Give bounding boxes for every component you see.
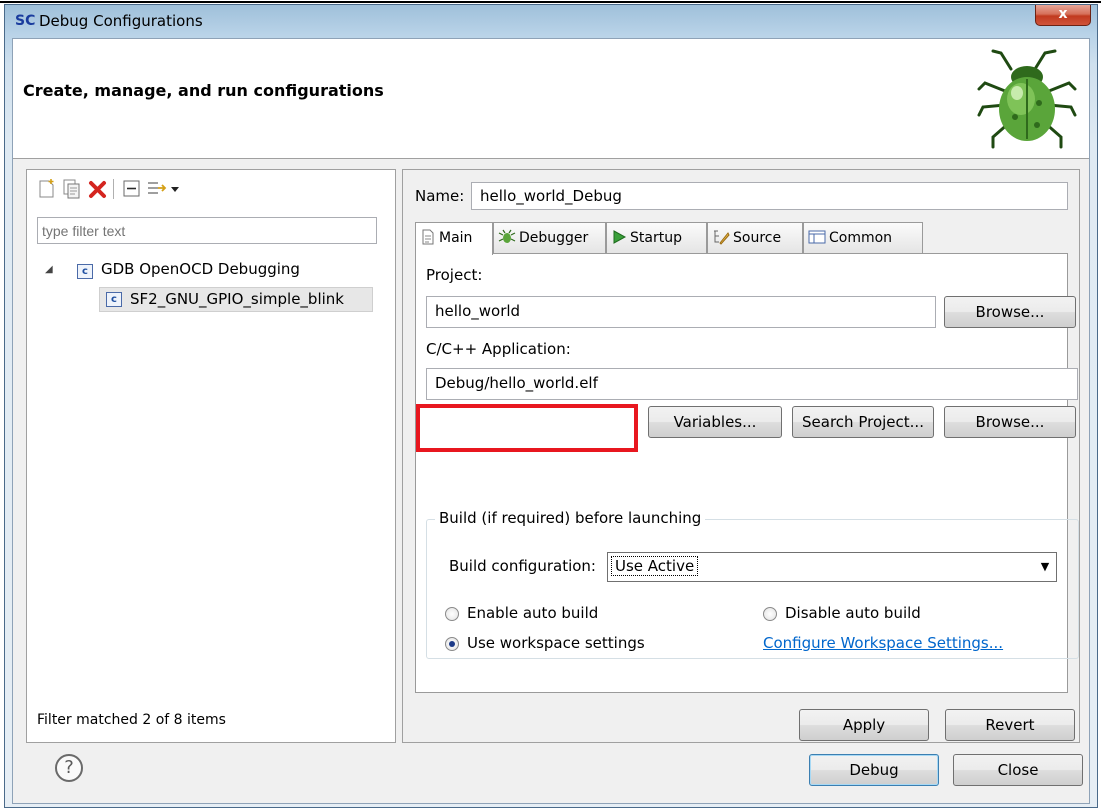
main-tab-icon (422, 229, 434, 245)
chevron-down-icon: ▼ (1040, 560, 1050, 573)
collapse-all-icon[interactable] (121, 178, 143, 200)
tab-main-label: Main (439, 230, 473, 246)
common-tab-icon (808, 230, 826, 244)
application-label: C/C++ Application: (426, 340, 571, 358)
enable-auto-build-label: Enable auto build (467, 604, 599, 622)
build-configuration-value: Use Active (611, 556, 699, 576)
filter-status-text: Filter matched 2 of 8 items (37, 712, 226, 728)
window-close-button[interactable]: x (1035, 5, 1091, 26)
use-workspace-settings-radio[interactable] (445, 637, 459, 651)
tree-item-label: SF2_GNU_GPIO_simple_blink (130, 290, 344, 308)
tab-startup-label: Startup (630, 230, 682, 246)
application-browse-button[interactable]: Browse... (944, 406, 1076, 438)
close-button[interactable]: Close (953, 754, 1083, 786)
debug-button[interactable]: Debug (809, 754, 939, 786)
build-group: Build (if required) before launching Bui… (426, 509, 1079, 659)
project-browse-button[interactable]: Browse... (944, 296, 1076, 328)
dropdown-icon[interactable] (168, 178, 182, 200)
window-title: Debug Configurations (39, 12, 203, 30)
configuration-editor-panel: Name: hello_world_Debug Main Debugger St… (402, 169, 1080, 743)
name-label: Name: (415, 187, 465, 205)
tree-group-label[interactable]: GDB OpenOCD Debugging (101, 260, 300, 278)
banner-title: Create, manage, and run configurations (23, 81, 384, 100)
enable-auto-build-radio[interactable] (445, 607, 459, 621)
name-input[interactable]: hello_world_Debug (471, 182, 1068, 210)
configure-workspace-settings-link[interactable]: Configure Workspace Settings... (763, 634, 1003, 652)
disable-auto-build-radio[interactable] (763, 607, 777, 621)
build-group-title: Build (if required) before launching (435, 509, 706, 527)
use-workspace-settings-label: Use workspace settings (467, 634, 645, 652)
header-banner: Create, manage, and run configurations (13, 39, 1089, 159)
debugger-tab-icon (498, 229, 516, 243)
tab-debugger[interactable]: Debugger (493, 222, 606, 254)
delete-icon[interactable] (87, 178, 109, 200)
project-label: Project: (426, 266, 483, 284)
tab-startup[interactable]: Startup (606, 222, 707, 254)
tree-expand-arrow-icon[interactable]: ◢ (45, 264, 53, 275)
application-input[interactable]: Debug/hello_world.elf (426, 368, 1078, 400)
project-input[interactable]: hello_world (426, 296, 936, 328)
build-configuration-label: Build configuration: (449, 557, 596, 575)
disable-auto-build-label: Disable auto build (785, 604, 921, 622)
tab-source[interactable]: Source (707, 222, 803, 254)
debug-configurations-window: SC Debug Configurations x Create, manage… (4, 4, 1098, 808)
tab-source-label: Source (733, 230, 782, 246)
variables-button[interactable]: Variables... (648, 406, 782, 438)
apply-button[interactable]: Apply (799, 709, 929, 741)
filter-input[interactable] (37, 217, 377, 244)
duplicate-icon[interactable] (61, 178, 83, 200)
dialog-client-area: Create, manage, and run configurations t… (12, 38, 1090, 804)
new-configuration-icon[interactable] (35, 178, 57, 200)
bug-icon (977, 49, 1077, 149)
toolbar-separator (113, 179, 114, 199)
tab-common[interactable]: Common (803, 222, 923, 254)
configuration-list-panel: ◢ c GDB OpenOCD Debugging c SF2_GNU_GPIO… (26, 169, 396, 743)
source-tab-icon (714, 230, 730, 245)
help-icon[interactable]: ? (55, 754, 83, 782)
build-configuration-select[interactable]: Use Active ▼ (607, 552, 1057, 582)
configuration-icon: c (106, 292, 122, 307)
tab-main[interactable]: Main (415, 222, 493, 255)
revert-button[interactable]: Revert (945, 709, 1075, 741)
gdb-group-icon: c (77, 264, 93, 279)
filter-icon[interactable] (146, 178, 168, 200)
top-border-line (0, 1, 1101, 3)
title-bar[interactable]: SC Debug Configurations x (5, 5, 1097, 39)
app-logo-icon: SC (15, 13, 36, 29)
tab-common-label: Common (829, 230, 893, 246)
tab-debugger-label: Debugger (519, 230, 589, 246)
startup-tab-icon (613, 230, 627, 244)
highlight-box (416, 404, 638, 452)
tab-strip: Main Debugger Startup Source Common (415, 222, 931, 255)
main-tab-content: Project: hello_world Browse... C/C++ App… (415, 253, 1079, 693)
tree-item-selected[interactable]: c SF2_GNU_GPIO_simple_blink (99, 287, 373, 312)
search-project-button[interactable]: Search Project... (792, 406, 934, 438)
